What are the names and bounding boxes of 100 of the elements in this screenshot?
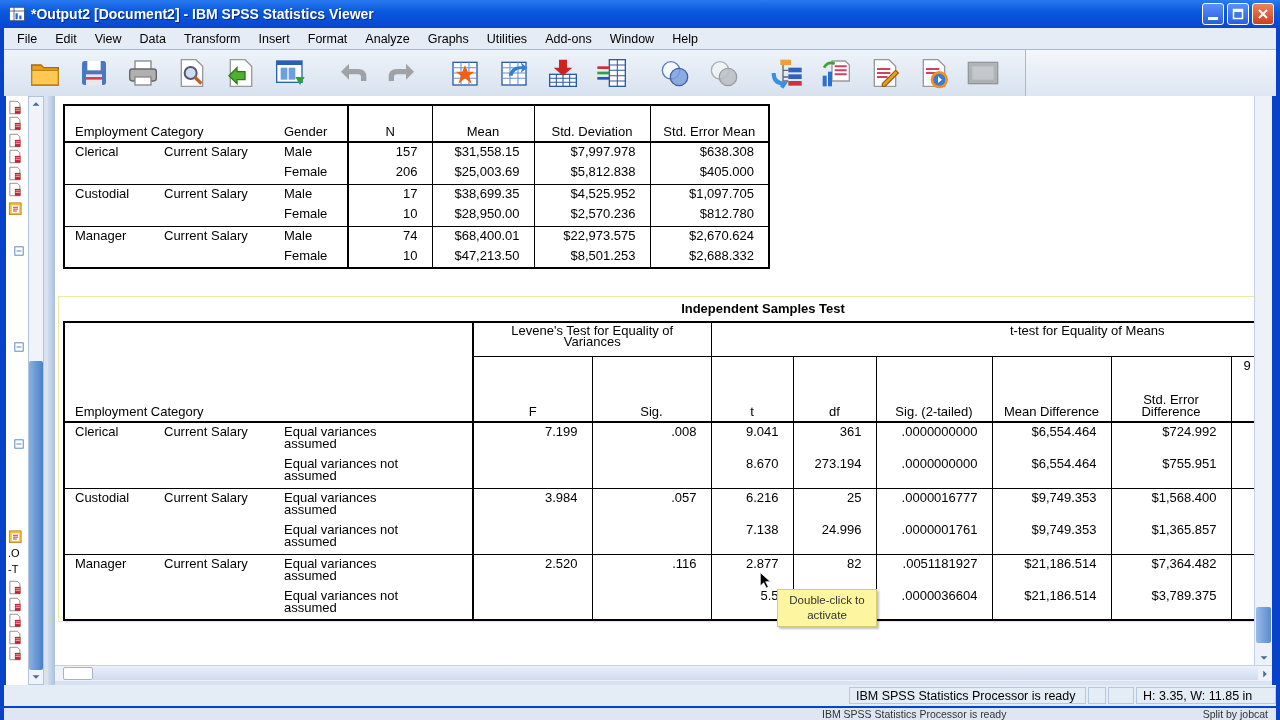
column-header: N [348, 105, 432, 142]
table-cell: 273.194 [793, 455, 876, 488]
table-cell: 157 [348, 142, 432, 163]
table-cell: $6,554.464 [992, 422, 1111, 455]
menu-item[interactable]: Graphs [418, 30, 478, 47]
column-header: t [711, 356, 793, 422]
table-cell: $405.000 [650, 163, 769, 184]
column-header: Std. Deviation [534, 105, 650, 142]
table-cell: 206 [348, 163, 432, 184]
table-cell: $28,950.00 [432, 205, 534, 226]
menu-item[interactable]: Insert [249, 30, 299, 47]
status-text: IBM SPSS Statistics Processor is ready [822, 708, 1007, 720]
table-cell: $1,365.857 [1111, 521, 1231, 554]
menu-item[interactable]: Transform [175, 30, 250, 47]
column-group-header: Levene's Test for Equality of Variances [473, 322, 711, 356]
table-cell: .0051181927 [876, 554, 992, 587]
table-cell: $68,400.01 [432, 226, 534, 247]
table-cell: 8.670 [711, 455, 793, 488]
table-cell: $4,525.952 [534, 184, 650, 205]
column-header: Employment Category [64, 322, 473, 422]
menu-item[interactable]: Analyze [356, 30, 419, 47]
row-label: Equal variances not assumed [284, 524, 400, 548]
status-text: IBM SPSS Statistics Processor is ready [849, 687, 1086, 704]
column-header: Gender [281, 105, 348, 142]
table-cell: $755.951 [1111, 455, 1231, 488]
table-cell: 82 [793, 554, 876, 587]
menu-item[interactable]: Window [600, 30, 664, 47]
table-cell: $812.780 [650, 205, 769, 226]
row-label: Male [281, 142, 348, 163]
menu-item[interactable]: File [8, 30, 47, 47]
table-cell: 17 [348, 184, 432, 205]
table-cell: $2,688.332 [650, 247, 769, 268]
table-title: Independent Samples Test [680, 300, 846, 318]
table-cell: $724.992 [1111, 422, 1231, 455]
table-cell: 2.520 [473, 554, 592, 587]
column-header: Std. Error Mean [650, 105, 769, 142]
column-header: Employment Category [64, 105, 281, 142]
column-header: F [473, 356, 592, 422]
menu-item[interactable]: Data [130, 30, 175, 47]
menu-item[interactable]: Edit [46, 30, 86, 47]
table-cell: $5,812.838 [534, 163, 650, 184]
row-label: Equal variances not assumed [284, 590, 400, 614]
status-text: H: 3.35, W: 11.85 in [1136, 687, 1276, 704]
column-header: df [793, 356, 876, 422]
table-cell: $638.308 [650, 142, 769, 163]
row-label: Equal variances assumed [284, 491, 378, 516]
menu-item[interactable]: Help [663, 30, 707, 47]
row-label: Custodial [64, 488, 161, 554]
outline-item[interactable]: .O [8, 546, 20, 559]
table-cell: $22,973.575 [534, 226, 650, 247]
menu-item[interactable]: Format [298, 30, 357, 47]
table-cell: $1,568.400 [1111, 488, 1231, 521]
row-label: Current Salary [161, 488, 281, 554]
row-label: Equal variances assumed [284, 557, 378, 582]
window-title: *Output2 [Document2] - IBM SPSS Statistics Viewer [31, 6, 375, 22]
table-cell: $1,097.705 [650, 184, 769, 205]
menu-item[interactable]: Add-ons [536, 30, 601, 47]
table-cell: $31,558.15 [432, 142, 534, 163]
table-cell: 9.041 [711, 422, 793, 455]
row-label: Current Salary [161, 554, 281, 620]
column-header: Sig. [592, 356, 711, 422]
table-cell: .008 [592, 422, 711, 455]
table-cell: $8,501.253 [534, 247, 650, 268]
table-cell: 25 [793, 488, 876, 521]
outline-item[interactable]: -T [8, 563, 19, 576]
table-cell: 7.138 [711, 521, 793, 554]
row-label: Current Salary [161, 142, 281, 184]
table-cell: $7,364.482 [1111, 554, 1231, 587]
table-cell: .057 [592, 488, 711, 521]
column-header: Std. Error Difference [1111, 356, 1231, 422]
table-cell: $21,186.514 [992, 554, 1111, 587]
table-cell: $9,749.353 [992, 521, 1111, 554]
status-text: Split by jobcat [1202, 708, 1268, 720]
row-label: Clerical [64, 422, 161, 488]
menu-item[interactable]: View [85, 30, 131, 47]
row-label: Clerical [64, 142, 161, 184]
column-header: Sig. (2-tailed) [876, 356, 992, 422]
table-cell: $7,997.978 [534, 142, 650, 163]
table-cell: $3,789.375 [1111, 587, 1231, 620]
row-label: Current Salary [161, 226, 281, 268]
tooltip: Double-click to activate [777, 589, 877, 627]
row-label: Custodial [64, 184, 161, 226]
table-cell: 3.984 [473, 488, 592, 521]
row-label: Current Salary [161, 184, 281, 226]
row-label: Male [281, 226, 348, 247]
row-label: Equal variances assumed [284, 426, 378, 450]
table-cell: $47,213.50 [432, 247, 534, 268]
table-cell: $25,003.69 [432, 163, 534, 184]
row-label: Male [281, 184, 348, 205]
table-cell: 7.199 [473, 422, 592, 455]
table-cell: 10 [348, 247, 432, 268]
table-cell: .0000001761 [876, 521, 992, 554]
table-cell: $9,749.353 [992, 488, 1111, 521]
row-label: Female [281, 163, 348, 184]
row-label: Manager [64, 226, 161, 268]
table-cell: $21,186.514 [992, 587, 1111, 620]
menu-item[interactable]: Utilities [477, 30, 537, 47]
row-label: Current Salary [161, 422, 281, 488]
table-cell: $2,570.236 [534, 205, 650, 226]
table-cell: $2,670.624 [650, 226, 769, 247]
